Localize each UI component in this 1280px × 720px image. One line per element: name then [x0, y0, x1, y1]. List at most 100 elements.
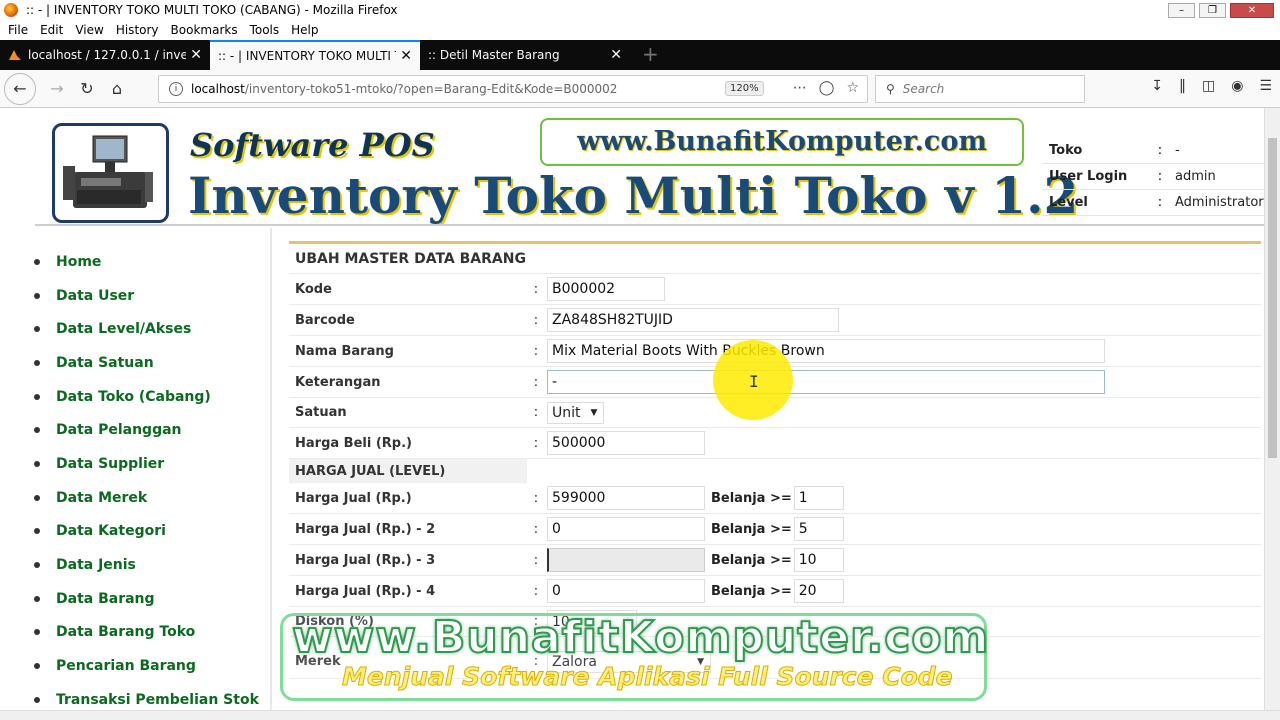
sidebar-item-data-supplier[interactable]: Data Supplier — [34, 447, 270, 481]
back-arrow-icon[interactable]: ← — [4, 72, 36, 105]
bullet-icon — [34, 562, 40, 569]
sidebar-item-data-barang-toko[interactable]: Data Barang Toko — [34, 616, 270, 650]
menu-bookmarks[interactable]: Bookmarks — [171, 23, 238, 37]
zoom-indicator[interactable]: 120% — [725, 81, 764, 96]
field-label: Harga Jual (Rp.) — [295, 490, 412, 506]
belanja-1-input[interactable]: 1 — [793, 486, 844, 510]
horizontal-scrollbar[interactable] — [0, 710, 1280, 720]
tab-detil-master[interactable]: :: Detil Master Barang ✕ — [420, 40, 630, 70]
info-row-user: User Login : admin — [1043, 164, 1265, 190]
form-title: UBAH MASTER DATA BARANG — [289, 244, 1261, 274]
nama-barang-input[interactable]: Mix Material Boots With Buckles Brown — [547, 339, 1105, 363]
menu-help[interactable]: Help — [291, 23, 318, 37]
sidebar-item-home[interactable]: Home — [34, 245, 270, 279]
info-value: - — [1175, 143, 1180, 158]
belanja-label: Belanja >= — [711, 490, 792, 506]
row-harga-jual-2: Harga Jual (Rp.) - 2 : 0 Belanja >= 5 — [289, 514, 1261, 545]
row-barcode: Barcode : ZA848SH82TUJID — [289, 305, 1261, 336]
harga-jual-1-input[interactable]: 599000 — [547, 486, 705, 510]
bookmark-star-icon[interactable]: ☆ — [846, 80, 859, 96]
account-icon[interactable]: ◉ — [1231, 78, 1243, 94]
sidebar-item-pencarian-barang[interactable]: Pencarian Barang — [34, 649, 270, 683]
banner-website: www.BunafitKomputer.com — [540, 118, 1024, 166]
download-icon[interactable]: ↧ — [1151, 78, 1163, 94]
kode-input[interactable]: B000002 — [547, 277, 665, 301]
menu-file[interactable]: File — [8, 23, 28, 37]
bullet-icon — [34, 663, 40, 670]
search-placeholder: Search — [902, 82, 945, 96]
banner-subtitle: Software POS — [190, 126, 435, 164]
library-icon[interactable]: ‖ — [1179, 78, 1186, 94]
url-path: /inventory-toko51-mtoko/?open=Barang-Edi… — [244, 82, 618, 96]
pos-logo — [52, 123, 169, 223]
field-label: Harga Jual (Rp.) - 3 — [295, 552, 436, 568]
close-window-icon[interactable]: ✕ — [1230, 3, 1274, 18]
vertical-scrollbar[interactable] — [1264, 108, 1280, 710]
sidebar-item-label: Data Toko (Cabang) — [56, 388, 211, 405]
keterangan-input[interactable]: - — [547, 370, 1105, 394]
field-colon: : — [533, 281, 539, 297]
harga-jual-2-input[interactable]: 0 — [547, 517, 705, 541]
sidebar-item-data-barang[interactable]: Data Barang — [34, 582, 270, 616]
bullet-icon — [34, 292, 40, 299]
sidebar-item-data-pelanggan[interactable]: Data Pelanggan — [34, 413, 270, 447]
satuan-select[interactable]: Unit ▼ — [547, 401, 605, 424]
tab-close-icon[interactable]: ✕ — [610, 47, 622, 63]
sidebar-item-transaksi-pembelian[interactable]: Transaksi Pembelian Stok — [34, 683, 270, 710]
info-key: User Login — [1049, 169, 1128, 184]
belanja-3-input[interactable]: 10 — [793, 548, 844, 572]
bullet-icon — [34, 258, 40, 265]
bullet-icon — [34, 359, 40, 366]
bullet-icon — [34, 528, 40, 535]
field-colon: : — [533, 583, 539, 599]
scrollbar-thumb[interactable] — [1268, 138, 1277, 458]
home-icon[interactable]: ⌂ — [102, 74, 132, 104]
sidebar-item-data-user[interactable]: Data User — [34, 279, 270, 313]
forward-arrow-icon[interactable]: → — [42, 74, 72, 104]
tab-label: localhost / 127.0.0.1 / inventory — [28, 48, 187, 62]
field-colon: : — [533, 343, 539, 359]
tab-close-icon[interactable]: ✕ — [190, 47, 202, 63]
field-colon: : — [533, 435, 539, 451]
tab-inventory[interactable]: :: - | INVENTORY TOKO MULTI TOK ✕ — [210, 40, 420, 70]
sidebar-item-data-level[interactable]: Data Level/Akses — [34, 312, 270, 346]
menu-history[interactable]: History — [116, 23, 159, 37]
barcode-input[interactable]: ZA848SH82TUJID — [547, 308, 839, 332]
tab-close-icon[interactable]: ✕ — [400, 48, 412, 64]
harga-jual-4-input[interactable]: 0 — [547, 579, 705, 603]
bullet-icon — [34, 326, 40, 333]
belanja-2-input[interactable]: 5 — [793, 517, 844, 541]
sidebar-item-data-kategori[interactable]: Data Kategori — [34, 515, 270, 549]
search-bar[interactable]: ⚲ Search — [875, 75, 1085, 103]
sidebar-item-data-satuan[interactable]: Data Satuan — [34, 346, 270, 380]
row-harga-beli: Harga Beli (Rp.) : 500000 — [289, 428, 1261, 459]
sidebar-item-data-toko[interactable]: Data Toko (Cabang) — [34, 380, 270, 414]
sidebar-toggle-icon[interactable]: ◫ — [1202, 78, 1215, 94]
pocket-icon[interactable]: ◯ — [819, 80, 835, 96]
field-label: Nama Barang — [295, 343, 394, 359]
tab-phpmyadmin[interactable]: localhost / 127.0.0.1 / inventory ✕ — [0, 40, 210, 70]
bullet-icon — [34, 427, 40, 434]
info-colon: : — [1157, 143, 1163, 158]
field-label: Kode — [295, 281, 332, 297]
page-actions-icon[interactable]: ⋯ — [793, 80, 807, 96]
sidebar-item-label: Data Satuan — [56, 354, 154, 371]
url-bar[interactable]: i localhost/inventory-toko51-mtoko/?open… — [158, 75, 868, 103]
sidebar-item-data-merek[interactable]: Data Merek — [34, 481, 270, 515]
sidebar-item-data-jenis[interactable]: Data Jenis — [34, 548, 270, 582]
field-label: Satuan — [295, 405, 347, 420]
info-icon[interactable]: i — [169, 82, 183, 96]
harga-jual-3-input[interactable] — [547, 548, 705, 572]
menu-edit[interactable]: Edit — [40, 23, 63, 37]
harga-beli-input[interactable]: 500000 — [547, 431, 705, 455]
info-row-toko: Toko : - — [1043, 138, 1265, 164]
menu-view[interactable]: View — [75, 23, 103, 37]
restore-icon[interactable]: ❐ — [1199, 3, 1226, 18]
reload-icon[interactable]: ↻ — [72, 74, 102, 104]
menu-tools[interactable]: Tools — [250, 23, 280, 37]
hamburger-menu-icon[interactable]: ☰ — [1259, 78, 1272, 94]
belanja-4-input[interactable]: 20 — [793, 579, 844, 603]
new-tab-icon[interactable]: + — [630, 40, 671, 70]
sidebar-item-label: Data Jenis — [56, 557, 136, 574]
minimize-icon[interactable]: – — [1168, 3, 1195, 18]
